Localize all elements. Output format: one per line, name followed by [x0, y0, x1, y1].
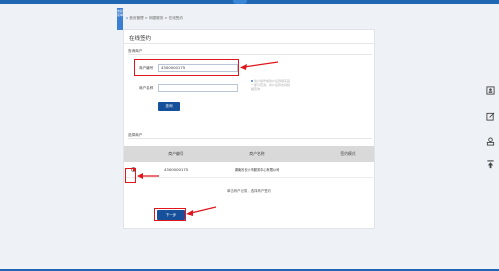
divider — [128, 54, 372, 55]
merchant-name-cell: 湖南省长沙市服务中心有限公司 — [234, 168, 280, 172]
column-header: 签约模式 — [340, 151, 356, 156]
column-header: 商户编号 — [168, 151, 184, 156]
table-header: 商户编号 商户名称 签约模式 — [124, 146, 374, 162]
side-menu-toggle[interactable]: 收起菜单 — [117, 8, 123, 30]
merchant-name-label: 商户名称 — [139, 86, 154, 90]
divider — [128, 138, 372, 139]
home-icon[interactable]: ⌂ — [126, 16, 128, 20]
panel-title: 在线签约 — [129, 36, 152, 42]
merchant-name-input[interactable] — [158, 84, 238, 92]
annotation-arrow — [137, 173, 159, 179]
pin-top-icon[interactable] — [484, 160, 496, 172]
column-header: 商户名称 — [249, 151, 265, 156]
annotation-box-merchant-no — [134, 59, 239, 76]
user-stamp-icon[interactable] — [484, 137, 496, 149]
select-note: 单击商户记录，选择商户签约 — [226, 189, 272, 193]
annotation-arrow — [186, 206, 217, 216]
edit-icon[interactable] — [484, 112, 496, 124]
divider — [124, 43, 374, 44]
annotation-box-radio — [125, 168, 136, 183]
breadcrumb-text: 首页管理 > 网银服务 > 在线签约 — [129, 16, 183, 20]
annotation-box-next — [154, 208, 186, 221]
top-bar — [0, 0, 499, 4]
query-hint-text: 商户编号或商户名称填写其一即可查询，商户名称支持模糊查询 — [251, 79, 291, 92]
table-row[interactable]: 4300000175 湖南省长沙市服务中心有限公司 — [124, 162, 374, 178]
contact-card-icon[interactable] — [484, 86, 496, 98]
info-icon — [251, 80, 253, 82]
annotation-arrow — [240, 61, 279, 70]
merchant-no-cell: 4300000175 — [164, 167, 189, 172]
top-collapse-tab[interactable] — [233, 0, 247, 4]
breadcrumb: ⌂首页管理 > 网银服务 > 在线签约 — [126, 16, 183, 21]
query-button[interactable]: 查询 — [158, 102, 180, 111]
query-hint: 商户编号或商户名称填写其一即可查询，商户名称支持模糊查询 — [251, 79, 291, 92]
